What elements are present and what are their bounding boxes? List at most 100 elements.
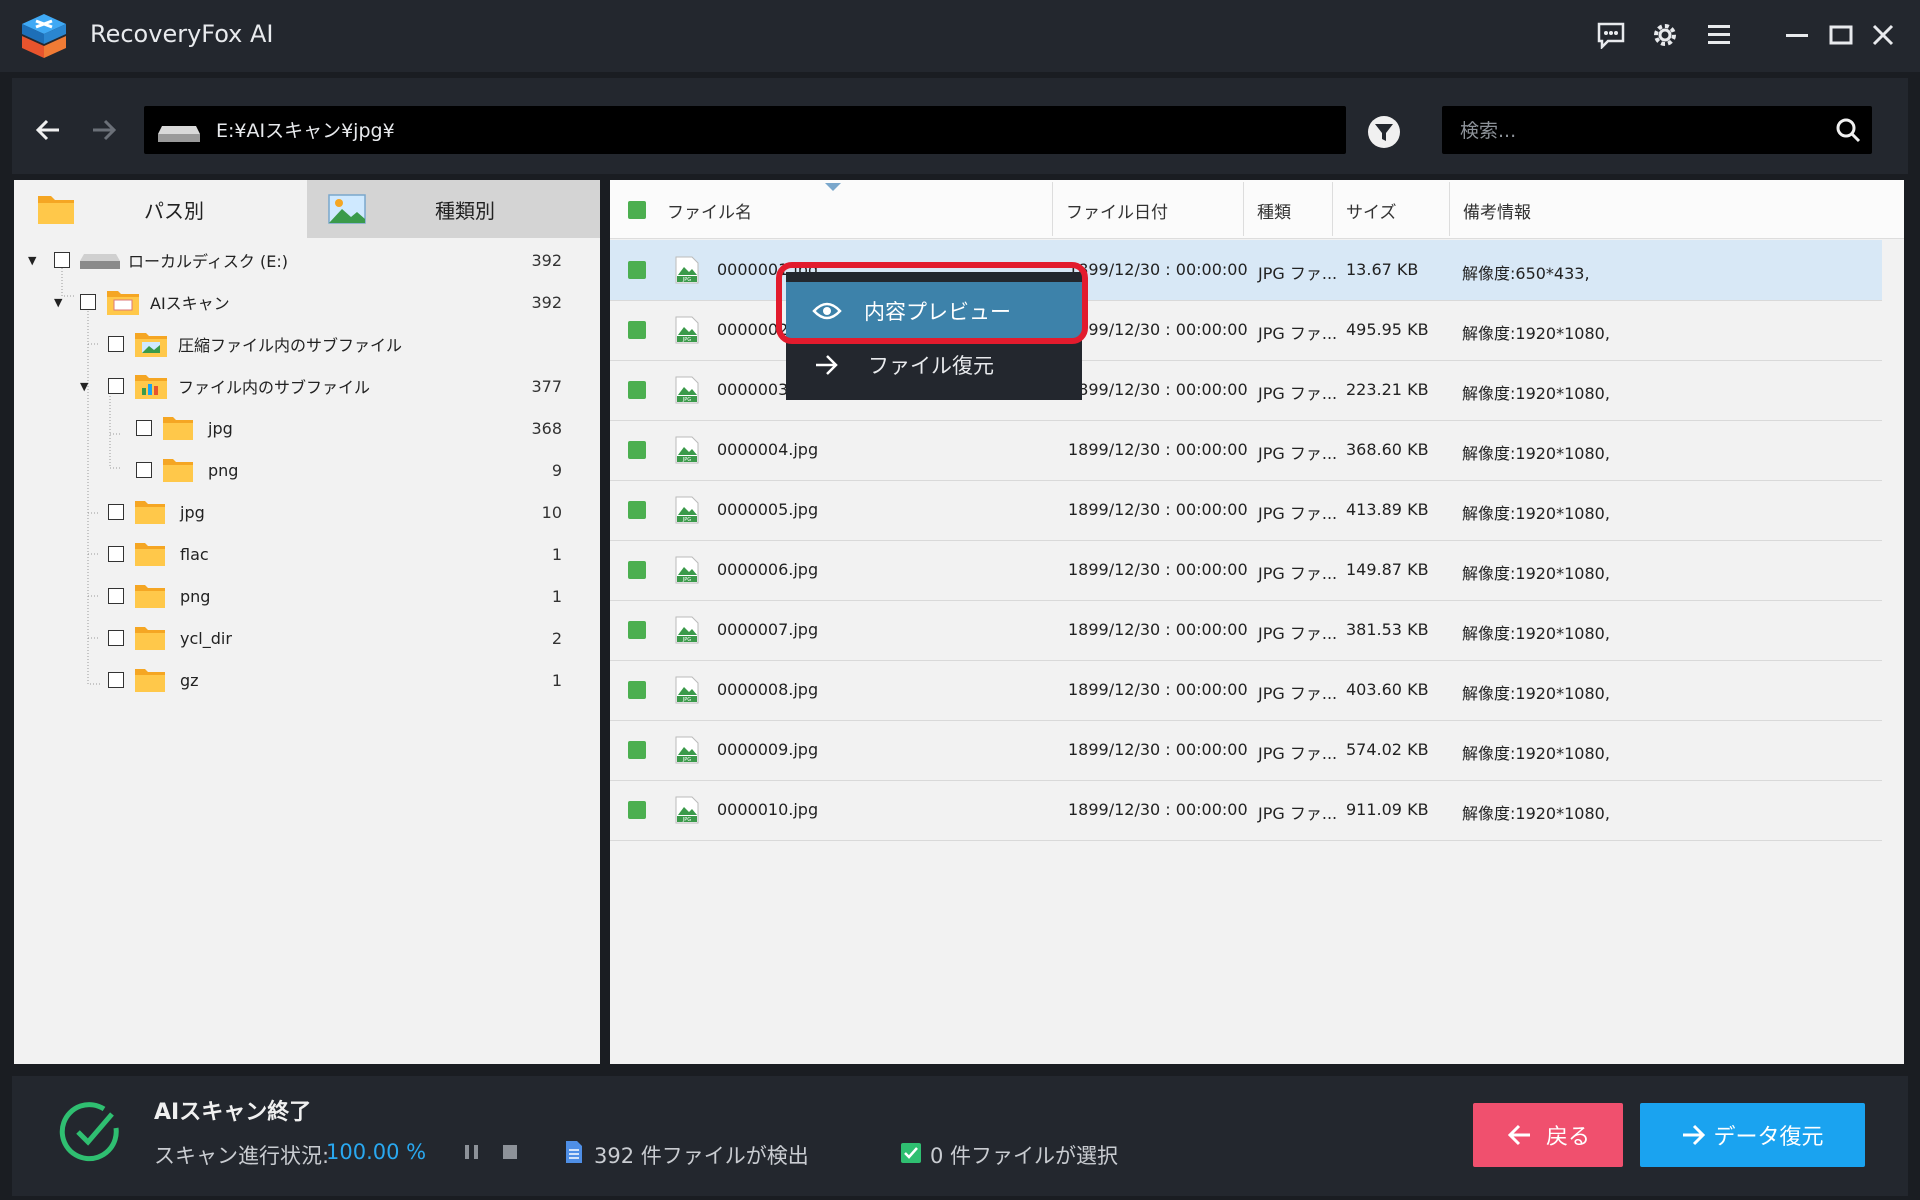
scan-status-title: AIスキャン終了 [154, 1100, 312, 1125]
select-all-checkbox[interactable] [628, 201, 646, 219]
cell-size: 911.09 KB [1346, 800, 1429, 819]
row-checkbox[interactable] [628, 801, 646, 819]
row-checkbox[interactable] [628, 321, 646, 339]
tree-checkbox[interactable] [108, 546, 124, 562]
tree-checkbox[interactable] [108, 504, 124, 520]
cell-date: 1899/12/30 : 00:00:00 [1068, 560, 1248, 579]
file-row[interactable]: JPG 0000005.jpg 1899/12/30 : 00:00:00 JPG フ… [610, 480, 1882, 541]
back-arrow-icon[interactable] [26, 108, 70, 152]
tree-checkbox[interactable] [54, 252, 70, 268]
column-header-note[interactable]: 備考情報 [1463, 198, 1531, 223]
recover-data-button-label: データ復元 [1713, 1125, 1824, 1150]
filter-icon[interactable] [1366, 114, 1402, 150]
tree-checkbox[interactable] [108, 672, 124, 688]
tree-item-jpg[interactable]: jpg 10 [108, 495, 562, 529]
menu-item-recover[interactable]: ファイル復元 [786, 340, 1082, 390]
close-icon[interactable] [1864, 16, 1902, 54]
tree-item-ycl-dir[interactable]: ycl_dir 2 [108, 621, 562, 655]
recover-data-button[interactable]: データ復元 [1640, 1103, 1865, 1167]
tree-item-archive-subfiles[interactable]: 圧縮ファイル内のサブファイル [108, 327, 562, 361]
tree-item-local-disk[interactable]: ▼ ローカルディスク (E:) 392 [28, 243, 562, 277]
tree-item-count: 10 [541, 502, 562, 522]
tree-checkbox[interactable] [108, 336, 124, 352]
tree-item-file-subfiles[interactable]: ▼ ファイル内のサブファイル 377 [80, 369, 562, 403]
row-checkbox[interactable] [628, 261, 646, 279]
file-row[interactable]: JPG 0000004.jpg 1899/12/30 : 00:00:00 JPG フ… [610, 420, 1882, 481]
cell-name: 0000004.jpg [717, 440, 819, 459]
expand-arrow-icon[interactable]: ▼ [28, 254, 42, 267]
row-checkbox[interactable] [628, 501, 646, 519]
tree-checkbox[interactable] [80, 294, 96, 310]
cell-type: JPG ファ... [1258, 264, 1338, 283]
cell-size: 413.89 KB [1346, 500, 1429, 519]
feedback-icon[interactable] [1592, 16, 1630, 54]
expand-arrow-icon[interactable]: ▼ [54, 296, 68, 309]
stop-icon[interactable] [500, 1142, 520, 1162]
search-input[interactable] [1458, 106, 1822, 156]
search-icon[interactable] [1834, 116, 1862, 144]
tab-by-type[interactable]: 種類別 [307, 180, 600, 238]
files-selected-count: 0 件ファイルが選択 [930, 1144, 1119, 1168]
menu-icon[interactable] [1700, 16, 1738, 54]
tree-checkbox[interactable] [136, 462, 152, 478]
tree-item-png-sub[interactable]: png 9 [136, 453, 562, 487]
tree-checkbox[interactable] [108, 588, 124, 604]
maximize-icon[interactable] [1822, 16, 1860, 54]
tree-checkbox[interactable] [108, 630, 124, 646]
row-checkbox[interactable] [628, 561, 646, 579]
svg-text:JPG: JPG [682, 337, 691, 343]
tab-by-path[interactable]: パス別 [14, 180, 307, 238]
column-header-type[interactable]: 種類 [1257, 198, 1291, 223]
minimize-icon[interactable] [1778, 16, 1816, 54]
folder-icon [135, 669, 165, 692]
file-row[interactable]: JPG 0000007.jpg 1899/12/30 : 00:00:00 JPG フ… [610, 600, 1882, 661]
tree-item-label: ycl_dir [180, 628, 232, 648]
expand-arrow-icon[interactable]: ▼ [80, 380, 94, 393]
tree-item-gz[interactable]: gz 1 [108, 663, 562, 697]
tree-item-count: 9 [551, 460, 562, 480]
row-checkbox[interactable] [628, 681, 646, 699]
tree-item-ai-scan[interactable]: ▼ AIスキャン 392 [54, 285, 562, 319]
tree-item-label: png [180, 586, 211, 606]
drive-icon [80, 254, 120, 269]
cell-note: 解像度:1920*1080, [1462, 624, 1610, 643]
highlight-annotation [776, 262, 1088, 344]
file-row[interactable]: JPG 0000008.jpg 1899/12/30 : 00:00:00 JPG フ… [610, 660, 1882, 721]
tree-checkbox[interactable] [136, 420, 152, 436]
row-checkbox[interactable] [628, 441, 646, 459]
pause-icon[interactable] [462, 1142, 482, 1162]
tree-item-count: 392 [531, 292, 562, 312]
tree-item-label: png [208, 460, 239, 480]
file-row[interactable]: JPG 0000010.jpg 1899/12/30 : 00:00:00 JPG フ… [610, 780, 1882, 841]
row-checkbox[interactable] [628, 621, 646, 639]
cell-date: 1899/12/30 : 00:00:00 [1068, 740, 1248, 759]
row-checkbox[interactable] [628, 381, 646, 399]
column-header-name[interactable]: ファイル名 [667, 198, 752, 223]
cell-name: 0000008.jpg [717, 680, 819, 699]
scan-folder-icon [107, 291, 139, 315]
file-row[interactable]: JPG 0000009.jpg 1899/12/30 : 00:00:00 JPG フ… [610, 720, 1882, 781]
tree-item-png[interactable]: png 1 [108, 579, 562, 613]
tree-item-jpg-sub[interactable]: jpg 368 [136, 411, 562, 445]
jpg-file-icon: JPG [675, 436, 699, 464]
forward-arrow-icon[interactable] [82, 108, 126, 152]
column-divider [1052, 182, 1053, 236]
column-header-date[interactable]: ファイル日付 [1066, 198, 1168, 223]
tree-item-label: ファイル内のサブファイル [178, 378, 371, 397]
tree-checkbox[interactable] [108, 378, 124, 394]
gear-icon[interactable] [1646, 16, 1684, 54]
tree-item-label: jpg [180, 502, 205, 522]
file-row[interactable]: JPG 0000006.jpg 1899/12/30 : 00:00:00 JPG フ… [610, 540, 1882, 601]
sort-indicator-icon [825, 183, 841, 191]
cell-date: 1899/12/30 : 00:00:00 [1068, 800, 1248, 819]
arrow-right-icon [1683, 1124, 1706, 1146]
row-checkbox[interactable] [628, 741, 646, 759]
search-box [1442, 106, 1872, 156]
back-button[interactable]: 戻る [1473, 1103, 1623, 1167]
svg-text:JPG: JPG [682, 397, 691, 403]
column-header-size[interactable]: サイズ [1346, 198, 1397, 223]
tree-item-count: 377 [531, 376, 562, 396]
cell-name: 0000006.jpg [717, 560, 819, 579]
folder-icon [163, 459, 193, 482]
tree-item-flac[interactable]: flac 1 [108, 537, 562, 571]
